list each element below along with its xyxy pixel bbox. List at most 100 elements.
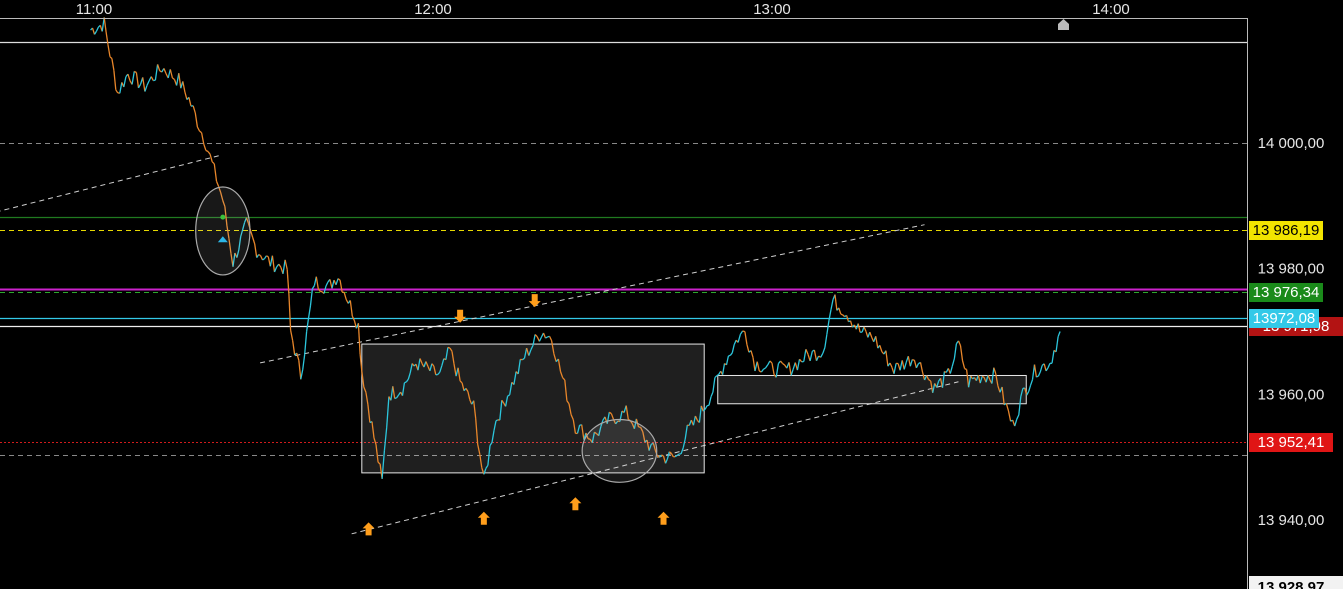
price-tick [803,349,807,362]
price-tick [780,360,784,364]
price-tick [1037,371,1041,377]
last-price-label: 13972,08 [1253,310,1316,327]
price-tick [209,154,213,162]
price-tick [534,334,538,338]
price-tick [182,81,186,93]
home-icon [1058,19,1069,30]
price-tick [915,363,919,369]
price-tick [107,44,111,57]
price-tick [304,331,308,355]
price-tick [260,255,264,261]
price-tick [788,362,792,376]
price-tick [1051,350,1055,364]
price-tick [113,70,117,90]
price-tick [249,230,254,238]
price-tick [875,336,879,349]
price-tick [752,357,756,372]
price-tick [325,281,329,287]
price-tick [959,345,964,361]
price-tick [1043,363,1047,372]
price-tick [993,367,997,374]
price-tick [742,330,746,333]
price-tick [731,344,735,353]
price-tick [127,73,131,81]
price-tick [1014,419,1018,427]
price-tick [756,361,760,372]
price-tick [296,352,300,361]
price-tick [951,358,956,367]
price-tick [144,85,148,92]
price-tick [172,77,175,81]
price-tick [834,294,838,311]
price-tick [91,27,96,35]
price-tick [184,91,188,100]
price-tick [156,64,161,72]
price-tick [771,362,775,375]
price-tick [300,369,304,380]
price-tick [262,258,265,261]
price-tick [782,362,786,366]
price-tick [863,326,867,332]
price-tick [912,358,915,361]
price-tick [1033,364,1038,378]
price-tick [289,329,294,341]
price-tick [746,344,750,353]
price-tick [949,366,953,374]
price-tick [857,323,861,333]
price-tick [394,397,397,400]
price-tick [909,359,913,367]
price-tick [1005,403,1010,412]
price-tick [95,26,99,32]
price-tick [343,292,347,300]
price-tick [199,130,203,134]
price-tick [315,276,319,289]
price-tick [733,339,737,345]
price-tick [203,143,207,151]
price-tick [721,363,726,375]
price-tick [953,343,958,359]
price-tick [163,68,167,74]
price-tick [205,149,209,153]
price-tick [213,163,218,182]
price-tick [824,334,828,348]
price-tick [744,331,748,345]
price-tick [137,83,142,89]
price-tick [815,355,820,361]
price-tick [750,350,754,358]
price-tick [760,368,765,373]
price-tick [278,263,282,268]
arrow-up-icon [569,497,582,511]
chart-canvas[interactable]: 11:00 12:00 13:00 14:00 14 000,00 13 980,00 13… [0,0,1343,589]
price-tick [252,237,256,245]
price-tick [820,352,824,358]
price-tick [200,132,205,145]
price-tick [263,255,267,260]
price-tick [337,278,341,281]
price-tick [196,126,201,132]
price-tick [957,340,962,346]
price-tick [737,334,742,343]
price-tick [830,299,834,310]
signal-dot [220,214,226,220]
green-level-price-label: 13 976,34 [1253,284,1320,301]
price-tick [357,323,361,355]
price-tick [266,255,269,258]
price-tick [739,330,744,335]
price-chart[interactable]: 11:00 12:00 13:00 14:00 14 000,00 13 980,00 13… [0,0,1343,589]
price-tick [903,362,907,370]
price-tick [302,354,306,370]
price-tick [353,320,358,329]
price-tick [826,320,830,335]
price-tick [809,351,813,362]
price-tick [545,336,548,339]
price-tick [404,381,407,384]
highlight-circle [581,418,658,483]
price-tick [298,360,302,380]
price-tick [115,89,119,94]
price-tick [1029,379,1034,386]
price-tick [889,362,893,368]
price-tick [103,17,107,33]
price-tick [215,180,220,187]
price-tick [798,358,803,363]
price-tick [150,76,154,81]
